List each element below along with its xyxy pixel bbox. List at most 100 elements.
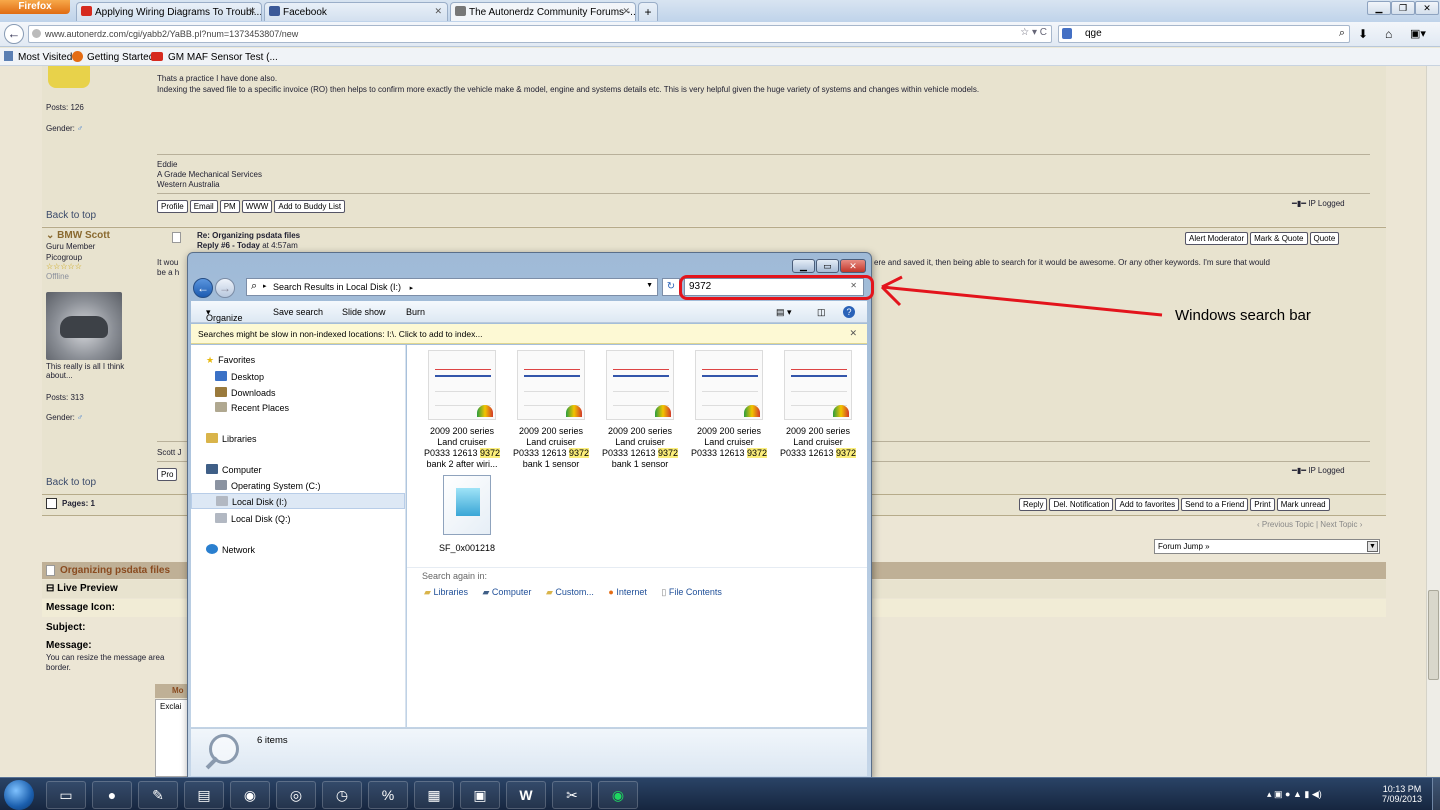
paint-taskbar-icon[interactable]: ✎: [138, 781, 178, 809]
message-tab[interactable]: Mo: [155, 684, 190, 698]
explorer-taskbar-icon[interactable]: ▭: [46, 781, 86, 809]
tools-taskbar-icon[interactable]: ✂: [552, 781, 592, 809]
profile-button[interactable]: Profile: [157, 200, 188, 213]
calculator-taskbar-icon[interactable]: ▦: [414, 781, 454, 809]
search-again-computer[interactable]: ▰ Computer: [482, 587, 531, 597]
pm-button[interactable]: PM: [219, 200, 240, 213]
nav-computer[interactable]: Computer: [206, 464, 262, 475]
nav-favorites[interactable]: ★ Favorites: [206, 355, 255, 366]
profile-button[interactable]: Pro: [157, 468, 178, 481]
refresh-icon[interactable]: ↻: [662, 278, 680, 296]
reload-icon[interactable]: ☆ ▾ C: [1020, 27, 1047, 38]
nav-libraries[interactable]: Libraries: [206, 433, 257, 444]
topic-nav[interactable]: ‹ Previous Topic | Next Topic ›: [1257, 520, 1362, 529]
minimize-button[interactable]: ▁: [792, 259, 815, 273]
chevron-down-icon[interactable]: ▼: [646, 282, 653, 289]
del-notification-button[interactable]: Del. Notification: [1049, 498, 1114, 511]
monitor-taskbar-icon[interactable]: ▣: [460, 781, 500, 809]
file-item[interactable]: 2009 200 series Land cruiser P0333 12613 9…: [689, 350, 769, 459]
nav-drive-c[interactable]: Operating System (C:): [215, 480, 321, 491]
notes-taskbar-icon[interactable]: ▤: [184, 781, 224, 809]
back-to-top-link[interactable]: Back to top: [46, 210, 96, 221]
downloads-icon[interactable]: ⬇: [1358, 27, 1368, 41]
close-icon[interactable]: ✕: [622, 6, 630, 17]
close-button[interactable]: ✕: [840, 259, 866, 273]
organize-menu[interactable]: Organize ▾: [206, 307, 243, 323]
file-item[interactable]: 2009 200 series Land cruiser P0333 12613 9…: [600, 350, 680, 470]
search-again-internet[interactable]: ● Internet: [608, 587, 646, 597]
print-button[interactable]: Print: [1250, 498, 1275, 511]
browser-search-input[interactable]: qge ⌕: [1058, 25, 1350, 43]
quote-button[interactable]: Quote: [1309, 232, 1340, 245]
nav-drive-q[interactable]: Local Disk (Q:): [215, 513, 291, 524]
search-again-libraries[interactable]: ▰ Libraries: [424, 587, 468, 597]
clock[interactable]: 10:13 PM 7/09/2013: [1382, 784, 1422, 804]
maps-taskbar-icon[interactable]: ◉: [230, 781, 270, 809]
firefox-menu-button[interactable]: Firefox: [0, 0, 70, 14]
menu-icon[interactable]: ▣▾: [1410, 27, 1426, 40]
www-button[interactable]: WWW: [241, 200, 273, 213]
nav-drive-i[interactable]: Local Disk (I:): [191, 493, 405, 509]
bookmark-getting-started[interactable]: Getting Started: [87, 52, 154, 63]
nav-desktop[interactable]: Desktop: [215, 371, 264, 382]
back-button[interactable]: ←: [4, 24, 24, 44]
add-buddy-button[interactable]: Add to Buddy List: [274, 200, 346, 213]
minimize-button[interactable]: ▁: [1367, 1, 1391, 15]
steam-taskbar-icon[interactable]: ◎: [276, 781, 316, 809]
info-bar[interactable]: Searches might be slow in non-indexed lo…: [191, 324, 867, 344]
show-desktop-button[interactable]: [1432, 778, 1440, 810]
search-again-file-contents[interactable]: ▯ File Contents: [661, 587, 722, 597]
chevron-down-icon[interactable]: ▼: [1367, 541, 1378, 552]
url-bar[interactable]: www.autonerdz.com/cgi/yabb2/YaBB.pl?num=…: [28, 25, 1052, 43]
address-bar[interactable]: ⌕ ▸ Search Results in Local Disk (I:) ▸ …: [246, 278, 658, 296]
bookmark-gm-maf[interactable]: GM MAF Sensor Test (...: [168, 52, 278, 63]
clock-taskbar-icon[interactable]: ◷: [322, 781, 362, 809]
username[interactable]: ⌄ BMW Scott: [46, 230, 110, 241]
view-icon[interactable]: ▤ ▾: [776, 307, 792, 318]
close-icon[interactable]: ✕: [248, 6, 256, 17]
spotify-taskbar-icon[interactable]: ◉: [598, 781, 638, 809]
start-button[interactable]: [4, 780, 34, 810]
close-icon[interactable]: ✕: [434, 6, 442, 17]
forward-button[interactable]: →: [215, 278, 235, 298]
send-friend-button[interactable]: Send to a Friend: [1181, 498, 1249, 511]
slide-show-button[interactable]: Slide show: [342, 307, 386, 317]
file-item[interactable]: 2009 200 series Land cruiser P0333 12613 9…: [422, 350, 502, 470]
firefox-taskbar-icon[interactable]: ●: [92, 781, 132, 809]
scrollbar-thumb[interactable]: [1428, 590, 1439, 680]
exclaim-select[interactable]: Exclai: [160, 702, 181, 711]
tray-icons[interactable]: ▴ ▣ ● ▲ ▮ ◀): [1267, 789, 1322, 800]
breadcrumb[interactable]: Search Results in Local Disk (I:): [273, 282, 401, 292]
back-to-top-link[interactable]: Back to top: [46, 477, 96, 488]
mark-unread-button[interactable]: Mark unread: [1276, 498, 1330, 511]
maximize-button[interactable]: ▭: [816, 259, 839, 273]
close-window-button[interactable]: ✕: [1415, 1, 1439, 15]
file-item[interactable]: 2009 200 series Land cruiser P0333 12613 9…: [778, 350, 858, 459]
tab-wiring[interactable]: Applying Wiring Diagrams To Troubl... ✕: [76, 2, 262, 21]
home-icon[interactable]: ⌂: [1385, 27, 1392, 41]
nav-network[interactable]: Network: [206, 544, 255, 555]
alert-moderator-button[interactable]: Alert Moderator: [1185, 232, 1249, 245]
search-again-custom[interactable]: ▰ Custom...: [546, 587, 594, 597]
file-item[interactable]: 2009 200 series Land cruiser P0333 12613 9…: [511, 350, 591, 470]
close-icon[interactable]: ✕: [849, 328, 857, 339]
nav-recent[interactable]: Recent Places: [215, 402, 289, 413]
restore-button[interactable]: ❐: [1391, 1, 1415, 15]
back-button[interactable]: ←: [193, 278, 213, 298]
tab-autonerdz[interactable]: The Autonerdz Community Forums -... ✕: [450, 2, 636, 21]
nav-downloads[interactable]: Downloads: [215, 387, 276, 398]
tab-facebook[interactable]: Facebook ✕: [264, 2, 448, 21]
percent-taskbar-icon[interactable]: %: [368, 781, 408, 809]
bookmark-most-visited[interactable]: Most Visited: [18, 52, 72, 63]
forum-jump-select[interactable]: Forum Jump » ▼: [1154, 539, 1380, 554]
save-search-button[interactable]: Save search: [273, 307, 323, 317]
preview-pane-icon[interactable]: ◫: [817, 307, 826, 318]
reply-button[interactable]: Reply: [1019, 498, 1048, 511]
add-favorites-button[interactable]: Add to favorites: [1115, 498, 1180, 511]
post-title[interactable]: Re: Organizing psdata files: [197, 231, 300, 240]
live-preview-toggle[interactable]: ⊟ Live Preview: [46, 583, 118, 594]
search-icon[interactable]: ⌕: [1339, 27, 1345, 40]
mark-quote-button[interactable]: Mark & Quote: [1250, 232, 1308, 245]
burn-button[interactable]: Burn: [406, 307, 425, 317]
word-taskbar-icon[interactable]: W: [506, 781, 546, 809]
